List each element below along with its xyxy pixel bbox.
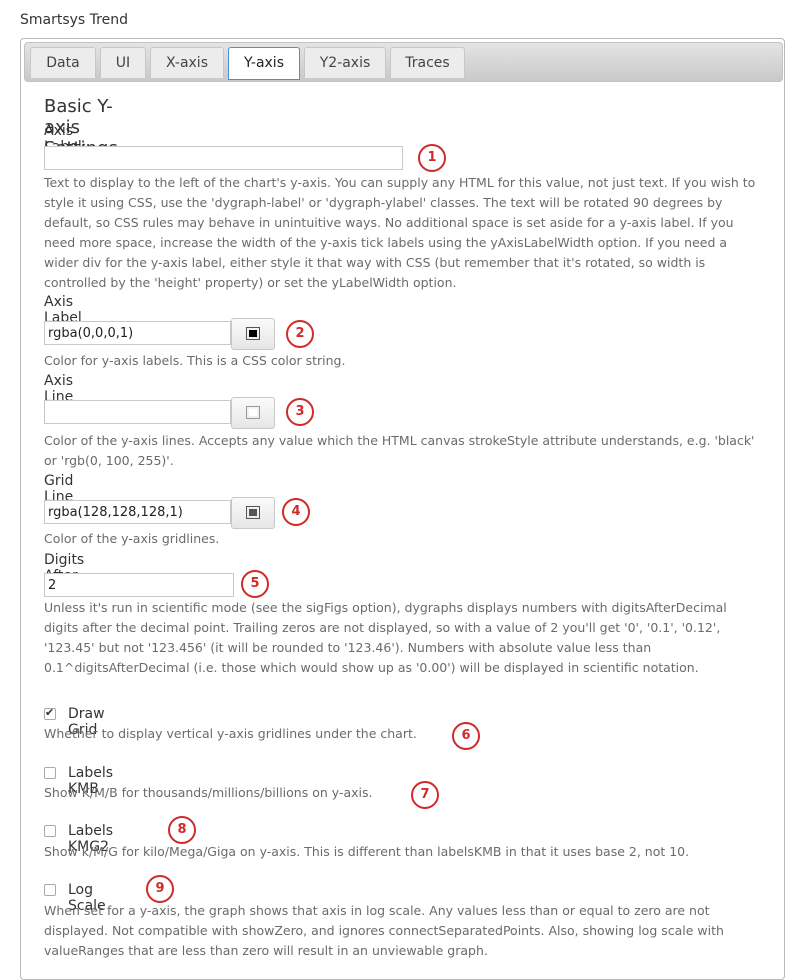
log-scale-checkbox[interactable]	[44, 884, 56, 896]
swatch-fill	[249, 509, 257, 516]
color-swatch-icon	[246, 506, 260, 519]
log-scale-description: When set for a y-axis, the graph shows t…	[44, 903, 724, 958]
draw-grid-description: Whether to display vertical y-axis gridl…	[44, 726, 417, 741]
axis-line-color-input[interactable]	[44, 400, 231, 424]
annotation-badge-1: 1	[418, 144, 446, 172]
tab-data[interactable]: Data	[30, 47, 96, 78]
annotation-badge-5: 5	[241, 570, 269, 598]
annotation-badge-9: 9	[146, 875, 174, 903]
tab-y-axis[interactable]: Y-axis	[228, 47, 300, 80]
tab-ui[interactable]: UI	[100, 47, 146, 78]
tab-bar: Data UI X-axis Y-axis Y2-axis Traces	[24, 42, 783, 82]
axis-label-input[interactable]	[44, 146, 403, 170]
axis-label-color-picker-button[interactable]	[231, 318, 275, 350]
color-swatch-icon	[246, 406, 260, 419]
labels-kmb-checkbox[interactable]	[44, 767, 56, 779]
annotation-badge-8: 8	[168, 816, 196, 844]
axis-line-color-picker-button[interactable]	[231, 397, 275, 429]
annotation-badge-3: 3	[286, 398, 314, 426]
app-title: Smartsys Trend	[20, 12, 128, 28]
draw-grid-checkbox[interactable]	[44, 706, 56, 720]
axis-label-color-input[interactable]	[44, 321, 231, 345]
labels-kmg2-description: Show k/M/G for kilo/Mega/Giga on y-axis.…	[44, 844, 690, 859]
color-swatch-icon	[246, 327, 260, 340]
labels-kmb-description: Show K/M/B for thousands/millions/billio…	[44, 785, 373, 800]
labels-kmg2-checkbox[interactable]	[44, 825, 56, 837]
swatch-fill	[249, 330, 257, 337]
digits-after-decimal-description: Unless it's run in scientific mode (see …	[44, 600, 727, 675]
digits-after-decimal-input[interactable]	[44, 573, 234, 597]
grid-line-color-picker-button[interactable]	[231, 497, 275, 529]
swatch-fill	[249, 409, 257, 416]
grid-line-color-input[interactable]	[44, 500, 231, 524]
axis-label-color-description: Color for y-axis labels. This is a CSS c…	[44, 353, 346, 368]
annotation-badge-2: 2	[286, 320, 314, 348]
annotation-badge-4: 4	[282, 498, 310, 526]
axis-label-description: Text to display to the left of the chart…	[44, 175, 756, 290]
grid-line-color-description: Color of the y-axis gridlines.	[44, 531, 220, 546]
tab-traces[interactable]: Traces	[390, 47, 465, 78]
axis-line-color-description: Color of the y-axis lines. Accepts any v…	[44, 433, 755, 468]
tab-x-axis[interactable]: X-axis	[150, 47, 224, 78]
tab-y2-axis[interactable]: Y2-axis	[304, 47, 386, 78]
